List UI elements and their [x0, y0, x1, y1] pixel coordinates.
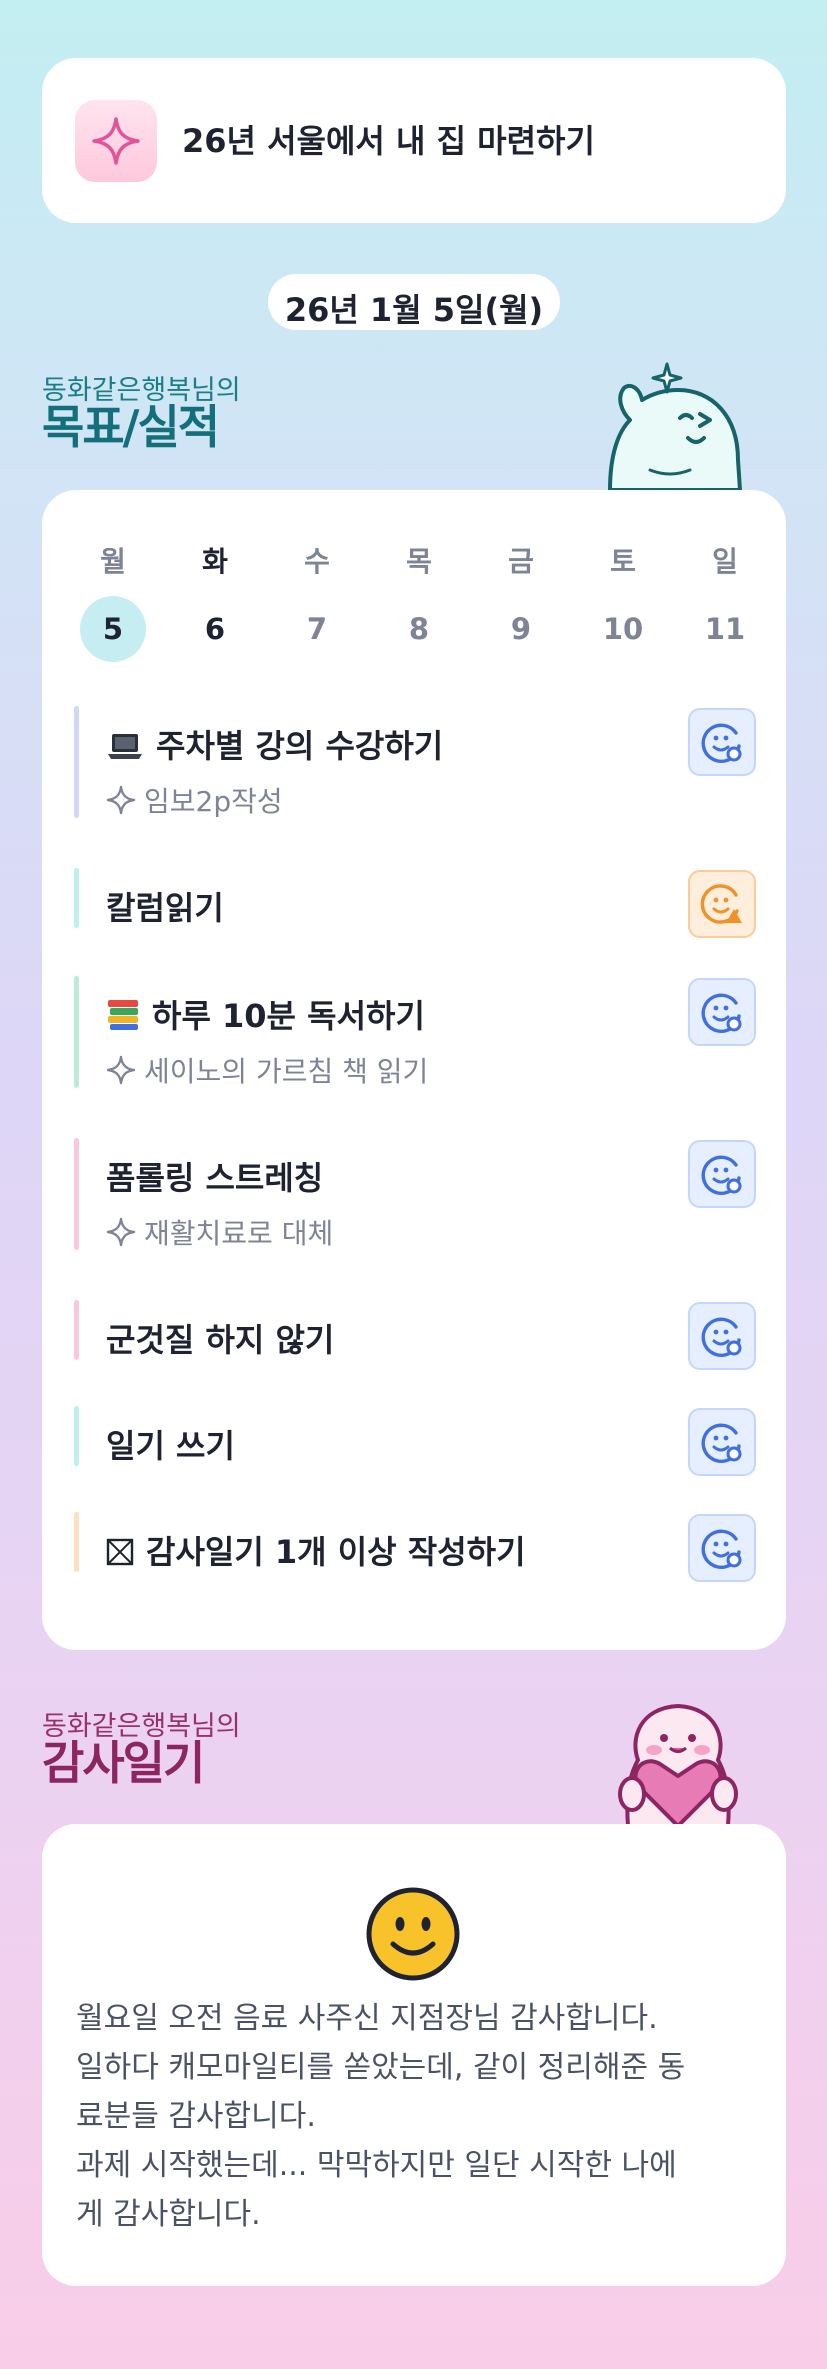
goal-tracker-card: 월 화 수 목 금 토 일 5 6 7 8 9 10 11 주차별 강의 수강하… — [42, 490, 786, 1650]
warning-smile-icon — [700, 884, 742, 924]
date-selector[interactable]: 26년 1월 5일(월) — [268, 274, 560, 330]
weekday-fri: 금 — [508, 545, 534, 578]
date-label: 26년 1월 5일(월) — [284, 291, 544, 329]
goal-card[interactable]: 26년 서울에서 내 집 마련하기 — [42, 58, 786, 223]
weekday-wed: 수 — [304, 545, 330, 578]
task-subtitle: 임보2p작성 — [144, 785, 283, 818]
task-status-button[interactable] — [688, 870, 756, 938]
task-status-button[interactable] — [688, 1140, 756, 1208]
task-status-button[interactable] — [688, 1302, 756, 1370]
day-8[interactable]: 8 — [386, 596, 452, 662]
task-color-bar — [74, 1512, 79, 1572]
task-title: 군것질 하지 않기 — [106, 1321, 335, 1359]
sparkle-outline-icon — [106, 785, 136, 824]
diary-line: 료분들 감사합니다. — [76, 2099, 316, 2134]
task-color-bar — [74, 976, 79, 1088]
diary-text: 월요일 오전 음료 사주신 지점장님 감사합니다. 일하다 캐모마일티를 쏟았는… — [76, 1994, 766, 2239]
smiley-face-icon — [366, 1887, 460, 1981]
task-title: 일기 쓰기 — [106, 1427, 235, 1465]
done-smile-icon — [701, 993, 742, 1033]
task-status-button[interactable] — [688, 1514, 756, 1582]
goal-icon-box — [75, 100, 157, 182]
sparkle-outline-icon — [106, 1055, 136, 1094]
day-7[interactable]: 7 — [284, 596, 350, 662]
weekday-mon: 월 — [100, 545, 126, 578]
task-color-bar — [74, 1406, 79, 1466]
task-subtitle: 세이노의 가르침 책 읽기 — [144, 1055, 429, 1088]
weekday-sun: 일 — [712, 545, 738, 578]
sparkle-icon — [92, 117, 140, 165]
done-smile-icon — [701, 723, 742, 763]
task-subtitle: 재활치료로 대체 — [144, 1217, 334, 1250]
mascot-heart-illustration — [618, 1704, 738, 1826]
task-title: 칼럼읽기 — [106, 889, 224, 927]
goals-section-title: 목표/실적 — [42, 400, 220, 454]
weekday-thu: 목 — [406, 545, 432, 578]
task-title: 감사일기 1개 이상 작성하기 — [146, 1533, 526, 1571]
task-color-bar — [74, 1138, 79, 1250]
sparkle-outline-icon — [106, 1217, 136, 1256]
task-color-bar — [74, 1300, 79, 1360]
diary-section-title: 감사일기 — [42, 1736, 205, 1790]
day-5[interactable]: 5 — [80, 596, 146, 662]
books-icon — [106, 997, 140, 1040]
done-smile-icon — [701, 1155, 742, 1195]
day-9[interactable]: 9 — [488, 596, 554, 662]
diary-line: 월요일 오전 음료 사주신 지점장님 감사합니다. — [76, 2001, 658, 2036]
weekday-sat: 토 — [610, 545, 636, 578]
task-title: 주차별 강의 수강하기 — [156, 727, 444, 765]
diary-line: 과제 시작했는데... 막막하지만 일단 시작한 나에 — [76, 2148, 677, 2183]
task-status-button[interactable] — [688, 1408, 756, 1476]
day-10[interactable]: 10 — [590, 596, 656, 662]
checkbox-crossed-icon — [106, 1536, 134, 1576]
mascot-thumbs-up-illustration — [608, 362, 742, 492]
laptop-icon — [106, 730, 144, 770]
day-11[interactable]: 11 — [692, 596, 758, 662]
task-title: 폼롤링 스트레칭 — [106, 1159, 324, 1197]
task-title: 하루 10분 독서하기 — [152, 997, 425, 1035]
task-color-bar — [74, 706, 79, 818]
day-6[interactable]: 6 — [182, 596, 248, 662]
gratitude-diary-card[interactable]: 월요일 오전 음료 사주신 지점장님 감사합니다. 일하다 캐모마일티를 쏟았는… — [42, 1824, 786, 2286]
diary-line: 일하다 캐모마일티를 쏟았는데, 같이 정리해준 동 — [76, 2050, 686, 2085]
diary-line: 게 감사합니다. — [76, 2197, 261, 2232]
task-status-button[interactable] — [688, 708, 756, 776]
goal-title: 26년 서울에서 내 집 마련하기 — [182, 122, 595, 160]
done-smile-icon — [701, 1529, 742, 1569]
done-smile-icon — [701, 1423, 742, 1463]
task-status-button[interactable] — [688, 978, 756, 1046]
task-color-bar — [74, 868, 79, 928]
weekday-tue: 화 — [202, 545, 228, 578]
done-smile-icon — [701, 1317, 742, 1357]
